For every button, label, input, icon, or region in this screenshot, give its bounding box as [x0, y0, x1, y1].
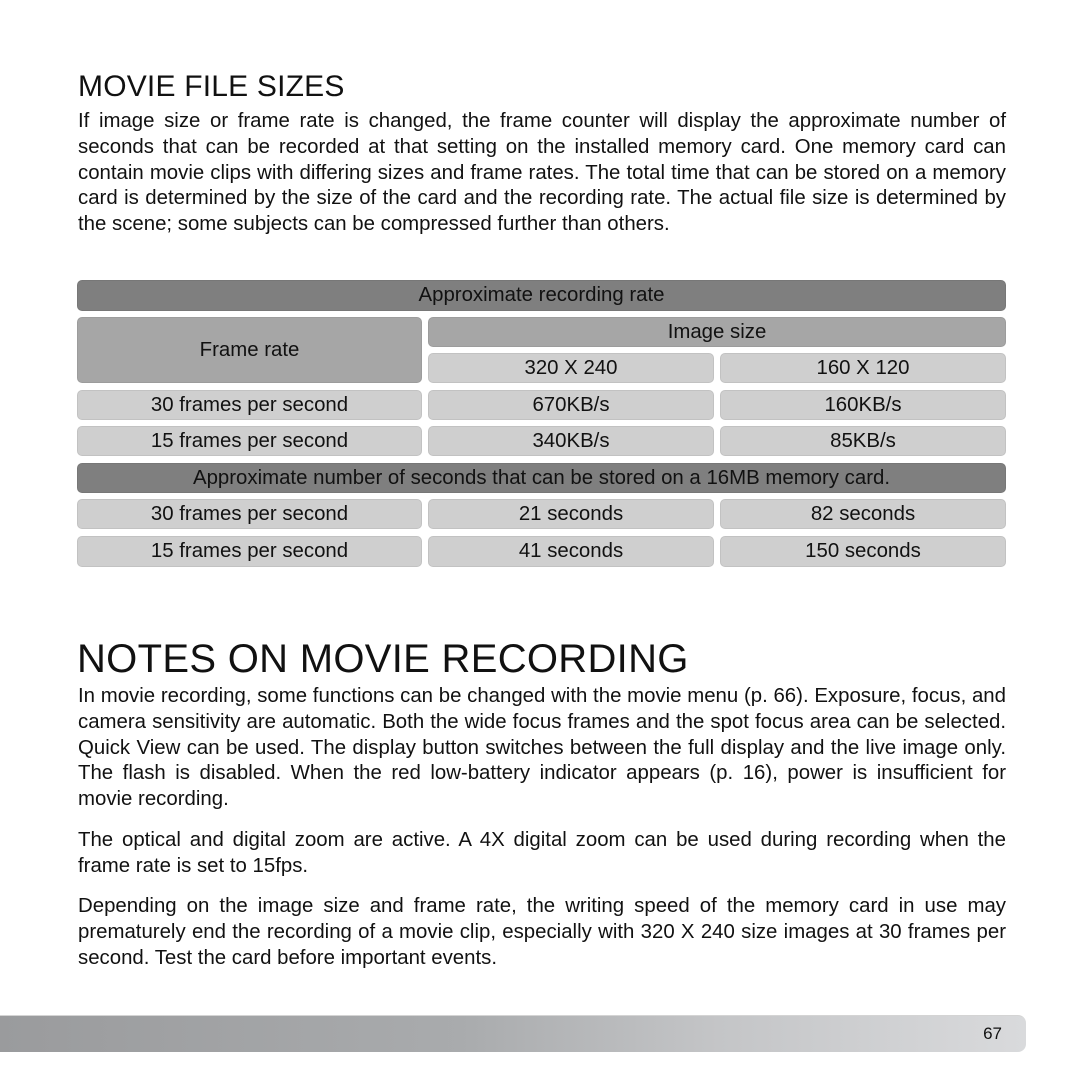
table-cell: 150 seconds [720, 536, 1006, 567]
column-header-size-320x240: 320 X 240 [428, 353, 714, 383]
notes-paragraph: In movie recording, some functions can b… [78, 685, 1006, 811]
table-cell: 670KB/s [428, 390, 714, 420]
footer-bar: 67 [0, 1015, 1026, 1052]
notes-paragraph: The optical and digital zoom are active.… [78, 829, 1006, 877]
table-header-seconds-stored: Approximate number of seconds that can b… [77, 463, 1006, 493]
table-header-recording-rate: Approximate recording rate [77, 280, 1006, 311]
section-title-movie-file-sizes: MOVIE FILE SIZES [78, 70, 345, 103]
table-cell: 41 seconds [428, 536, 714, 567]
table-cell: 21 seconds [428, 499, 714, 529]
table-cell: 85KB/s [720, 426, 1006, 456]
movie-file-sizes-paragraph: If image size or frame rate is changed, … [78, 110, 1006, 236]
row-label-frame-rate: 15 frames per second [77, 426, 422, 456]
table-cell: 82 seconds [720, 499, 1006, 529]
page-number: 67 [983, 1024, 1002, 1043]
table-cell: 160KB/s [720, 390, 1006, 420]
section-title-notes-on-movie-recording: NOTES ON MOVIE RECORDING [77, 637, 689, 681]
row-label-frame-rate: 15 frames per second [77, 536, 422, 567]
row-label-frame-rate: 30 frames per second [77, 390, 422, 420]
notes-paragraph: Depending on the image size and frame ra… [78, 895, 1006, 969]
table-cell: 340KB/s [428, 426, 714, 456]
row-label-frame-rate: 30 frames per second [77, 499, 422, 529]
column-header-image-size: Image size [428, 317, 1006, 347]
column-header-frame-rate: Frame rate [77, 317, 422, 383]
column-header-size-160x120: 160 X 120 [720, 353, 1006, 383]
